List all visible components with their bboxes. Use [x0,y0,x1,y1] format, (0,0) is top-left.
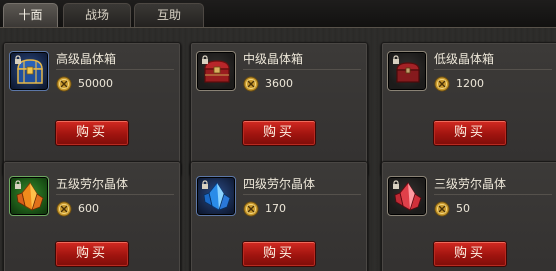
lock-icon [393,55,399,64]
item-name: 低级晶体箱 [434,50,552,70]
price-value: 170 [265,202,286,215]
buy-button[interactable]: 购买 [242,120,316,146]
lock-icon [393,180,399,189]
shop-item-card: 五级劳尔晶体 600 购买 [3,161,181,271]
item-name: 四级劳尔晶体 [243,175,361,195]
item-name: 中级晶体箱 [243,50,361,70]
shop-item-card: 中级晶体箱 3600 购买 [190,42,368,176]
price-value: 50000 [78,77,113,90]
gold-coin-icon [434,201,450,217]
price-value: 1200 [456,77,484,90]
buy-button[interactable]: 购买 [242,241,316,267]
tab-mutual-aid[interactable]: 互助 [134,3,204,27]
gold-coin-icon [56,76,72,92]
item-name: 三级劳尔晶体 [434,175,552,195]
gold-coin-icon [434,76,450,92]
lock-icon [202,55,208,64]
item-price: 1200 [434,74,552,94]
gold-coin-icon [56,201,72,217]
price-value: 50 [456,202,470,215]
buy-button[interactable]: 购买 [433,241,507,267]
gold-coin-icon [243,76,259,92]
buy-button[interactable]: 购买 [55,241,129,267]
item-price: 50000 [56,74,174,94]
item-price: 50 [434,199,552,219]
buy-button[interactable]: 购买 [55,120,129,146]
item-slot[interactable] [387,51,427,91]
item-slot[interactable] [9,176,49,216]
item-slot[interactable] [196,176,236,216]
item-price: 600 [56,199,174,219]
tab-bar: 十面 战场 互助 [0,0,556,28]
lock-icon [15,55,21,64]
buy-button[interactable]: 购买 [433,120,507,146]
item-slot[interactable] [196,51,236,91]
lock-icon [15,180,21,189]
shop-item-card: 三级劳尔晶体 50 购买 [381,161,556,271]
item-name: 五级劳尔晶体 [56,175,174,195]
tab-battlefield[interactable]: 战场 [63,3,131,27]
item-price: 170 [243,199,361,219]
shop-item-card: 低级晶体箱 1200 购买 [381,42,556,176]
item-slot[interactable] [387,176,427,216]
lock-icon [202,180,208,189]
shop-item-card: 四级劳尔晶体 170 购买 [190,161,368,271]
price-value: 600 [78,202,99,215]
shop-grid: 高级晶体箱 50000 购买 中级晶体箱 3600 购买 低级晶体箱 1200 … [0,28,556,271]
item-slot[interactable] [9,51,49,91]
tab-shimian[interactable]: 十面 [3,3,58,27]
gold-coin-icon [243,201,259,217]
shop-item-card: 高级晶体箱 50000 购买 [3,42,181,176]
item-name: 高级晶体箱 [56,50,174,70]
item-price: 3600 [243,74,361,94]
price-value: 3600 [265,77,293,90]
